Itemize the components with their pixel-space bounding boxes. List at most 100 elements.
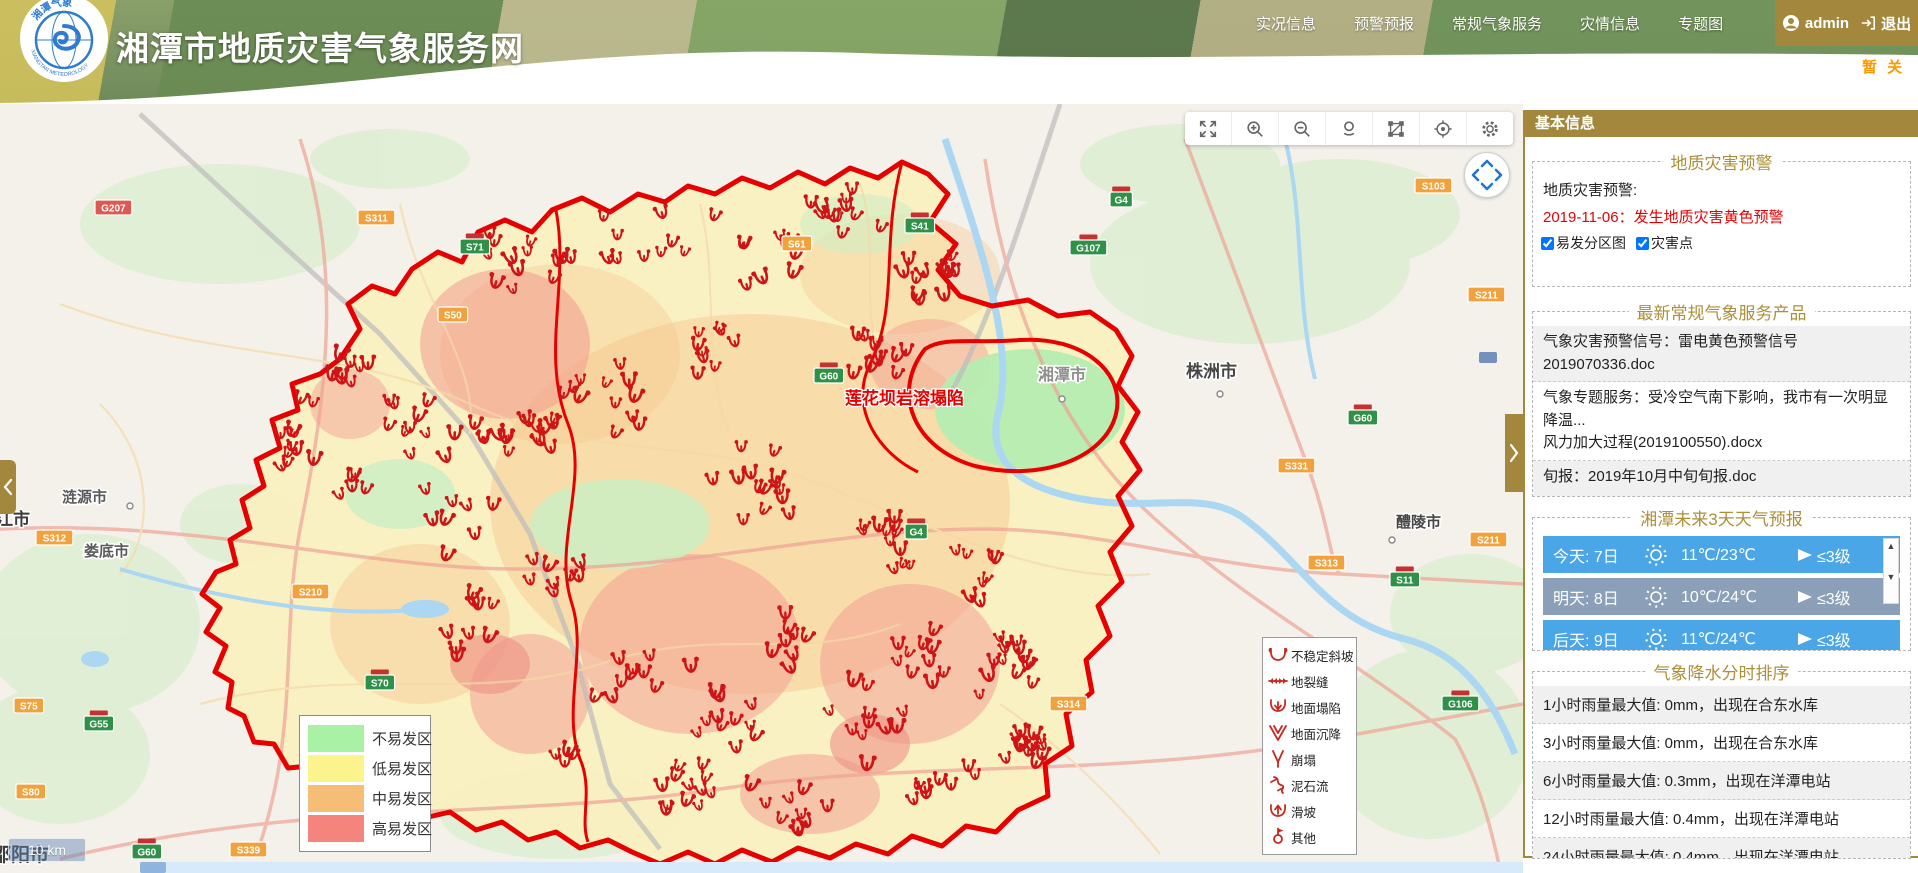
location-marker-icon[interactable] xyxy=(1326,112,1373,145)
disaster-points-checkbox[interactable] xyxy=(1636,237,1649,250)
svg-text:S314: S314 xyxy=(1057,699,1081,710)
rainfall-ranking-panel: 气象降水分时排序 1小时雨量最大值: 0mm，出现在合东水库 3小时雨量最大值:… xyxy=(1532,659,1911,859)
svg-text:G107: G107 xyxy=(1076,243,1101,254)
locate-crosshair-icon[interactable] xyxy=(1420,112,1467,145)
disaster-type-legend: 不稳定斜坡 地裂缝 地面塌陷 地面沉降 崩塌 泥石流 滑坡 其他 xyxy=(1262,637,1357,855)
svg-text:S50: S50 xyxy=(444,310,462,321)
city-label: 娄底市 xyxy=(84,542,129,560)
product-doc-link[interactable]: 气象专题服务：受冷空气南下影响，我市有一次明显降温... 风力加大过程(2019… xyxy=(1533,382,1910,461)
rain-panel-title: 气象降水分时排序 xyxy=(1646,659,1798,684)
svg-text:S75: S75 xyxy=(20,701,38,712)
karst-collapse-label: 莲花坝岩溶塌陷 xyxy=(845,388,964,408)
left-panel-collapse-tab[interactable] xyxy=(0,460,16,514)
road-shield: G4 xyxy=(1110,187,1132,208)
geo-disaster-warning-panel: 地质灾害预警 地质灾害预警: 2019-11-06：发生地质灾害黄色预警 易发分… xyxy=(1532,149,1911,287)
product-doc-link[interactable]: 气象灾害预警信号：雷电黄色预警信号2019070336.doc xyxy=(1533,326,1910,382)
logout-icon[interactable] xyxy=(1860,15,1876,31)
main-nav: 实况信息 预警预报 常规气象服务 灾情信息 专题图 xyxy=(1256,13,1723,34)
road-shield: S311 xyxy=(358,210,395,225)
scroll-down-icon[interactable]: ▼ xyxy=(1887,573,1896,582)
forecast-scrollbar[interactable]: ▲ ▼ xyxy=(1883,538,1899,604)
nav-item-warning-forecast[interactable]: 预警预报 xyxy=(1354,13,1414,34)
product-doc-link[interactable]: 旬报：2019年10月中旬旬报.doc xyxy=(1533,461,1910,498)
road-shield: G207 xyxy=(95,200,132,215)
map-canvas[interactable]: G207S311S71S50S61S41G4G107S103S211G60G4S… xyxy=(0,104,1523,873)
svg-text:S211: S211 xyxy=(1475,290,1498,301)
pan-left-icon xyxy=(1473,170,1478,180)
debris-flow-icon xyxy=(1267,774,1289,796)
sunny-icon xyxy=(1643,626,1669,652)
ground-fissure-icon xyxy=(1267,670,1289,692)
road-shield: S314 xyxy=(1050,696,1087,711)
sunny-icon xyxy=(1643,584,1669,610)
rain-ranking-item: 24小时雨量最大值: 0.4mm，出现在洋潭电站 xyxy=(1533,838,1910,859)
svg-text:S11: S11 xyxy=(1396,575,1414,586)
xiangtan-meteorology-logo: 湘潭气象 XIANGTAN METEOROLOGY xyxy=(18,0,110,88)
unstable-slope-icon xyxy=(1267,644,1289,666)
zone-swatch-high xyxy=(308,815,364,842)
nav-item-live-info[interactable]: 实况信息 xyxy=(1256,13,1316,34)
wind-direction-icon xyxy=(1797,632,1813,646)
svg-text:G55: G55 xyxy=(89,719,108,730)
svg-text:G106: G106 xyxy=(1448,699,1473,710)
layer-toggle-susceptibility[interactable]: 易发分区图 xyxy=(1541,233,1626,253)
city-label: 醴陵市 xyxy=(1396,513,1441,531)
wind-direction-icon xyxy=(1797,590,1813,604)
forecast-row-day-after: 后天: 9日 11℃/24℃ ≤3级 xyxy=(1543,620,1900,651)
ground-collapse-icon xyxy=(1267,696,1289,718)
svg-text:S313: S313 xyxy=(1315,558,1339,569)
zone-legend-row: 不易发区 xyxy=(308,725,422,752)
app-root: 湘潭气象 XIANGTAN METEOROLOGY 湘潭市地质灾害气象服务网 实… xyxy=(0,0,1918,873)
map-scale-bar: 10 km xyxy=(8,838,86,862)
pan-up-icon xyxy=(1482,161,1492,166)
road-shield: S211 xyxy=(1468,287,1505,302)
svg-text:S103: S103 xyxy=(1422,181,1446,192)
road-shield: S210 xyxy=(292,584,329,599)
sidebar-collapse-tab[interactable] xyxy=(1505,414,1523,492)
logout-button[interactable]: 退出 xyxy=(1881,13,1911,34)
svg-text:S61: S61 xyxy=(788,239,806,250)
svg-text:G4: G4 xyxy=(1115,195,1129,206)
layer-toggle-disaster-points[interactable]: 灾害点 xyxy=(1636,233,1693,253)
forecast-row-tomorrow: 明天: 8日 10℃/24℃ ≤3级 xyxy=(1543,578,1900,615)
map-toolbar xyxy=(1185,112,1513,145)
other-icon xyxy=(1267,826,1289,848)
fullscreen-icon[interactable] xyxy=(1185,112,1232,145)
svg-text:S70: S70 xyxy=(371,678,389,689)
road-shield: S211 xyxy=(1470,532,1507,547)
bottom-collapsed-panel[interactable] xyxy=(140,862,1523,873)
svg-text:G207: G207 xyxy=(101,203,126,214)
zoom-in-icon[interactable] xyxy=(1232,112,1279,145)
settings-gear-icon[interactable] xyxy=(1467,112,1513,145)
zoom-out-icon[interactable] xyxy=(1279,112,1326,145)
polygon-select-icon[interactable] xyxy=(1373,112,1420,145)
scroll-up-icon[interactable]: ▲ xyxy=(1887,542,1896,551)
zone-legend-row: 低易发区 xyxy=(308,755,422,782)
map-mini-button[interactable] xyxy=(1479,352,1497,363)
marquee-text: 暂 关 xyxy=(1862,56,1905,77)
landslide-icon xyxy=(1267,800,1289,822)
svg-text:G4: G4 xyxy=(910,527,924,538)
map-pan-control[interactable] xyxy=(1464,152,1510,198)
rockfall-icon xyxy=(1267,748,1289,770)
nav-item-disaster-info[interactable]: 灾情信息 xyxy=(1580,13,1640,34)
city-label: 株洲市 xyxy=(1186,361,1237,381)
road-shield: S312 xyxy=(36,530,73,545)
svg-text:S331: S331 xyxy=(1285,461,1309,472)
zone-legend: 不易发区 低易发区 中易发区 高易发区 xyxy=(299,715,431,852)
username: admin xyxy=(1805,15,1849,32)
nav-item-regular-service[interactable]: 常规气象服务 xyxy=(1452,13,1542,34)
user-box: admin 退出 xyxy=(1775,0,1918,46)
svg-text:G60: G60 xyxy=(819,371,838,382)
road-shield: S75 xyxy=(14,698,44,713)
road-shield: S103 xyxy=(1415,178,1452,193)
city-label: 涟源市 xyxy=(62,488,107,506)
city-label: 湘潭市 xyxy=(1038,365,1086,384)
svg-text:S71: S71 xyxy=(466,242,484,253)
bottom-panel-toggle-button[interactable] xyxy=(140,862,166,873)
latest-products-panel: 最新常规气象服务产品 气象灾害预警信号：雷电黄色预警信号2019070336.d… xyxy=(1532,299,1911,497)
road-shield: S61 xyxy=(782,236,812,251)
susceptibility-checkbox[interactable] xyxy=(1541,237,1554,250)
svg-text:S80: S80 xyxy=(22,787,40,798)
nav-item-thematic-map[interactable]: 专题图 xyxy=(1678,13,1723,34)
